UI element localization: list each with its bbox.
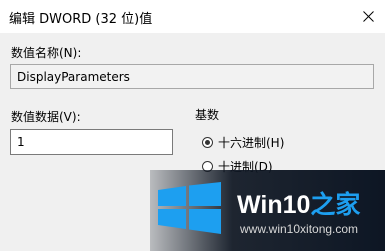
close-button[interactable] xyxy=(351,0,385,33)
value-name-field[interactable]: DisplayParameters xyxy=(10,64,374,89)
edit-dword-dialog: 编辑 DWORD (32 位)值 数值名称(N): DisplayParamet… xyxy=(0,0,385,251)
watermark-brand: Win10之家 xyxy=(237,185,360,221)
title-bar: 编辑 DWORD (32 位)值 xyxy=(0,0,385,33)
radio-checked-icon xyxy=(202,137,213,148)
radio-hexadecimal[interactable]: 十六进制(H) xyxy=(202,134,284,151)
watermark-brand-main: Win10 xyxy=(237,191,311,219)
value-name-label: 数值名称(N): xyxy=(11,46,82,60)
radio-hexadecimal-label: 十六进制(H) xyxy=(218,136,285,150)
value-data-label: 数值数据(V): xyxy=(11,110,81,124)
watermark-url: www.win10xitong.com xyxy=(240,222,359,236)
windows-logo-icon xyxy=(158,182,221,234)
window-title: 编辑 DWORD (32 位)值 xyxy=(9,12,153,27)
watermark-brand-accent: 之家 xyxy=(310,191,361,219)
base-label: 基数 xyxy=(195,108,220,122)
close-icon xyxy=(362,11,374,22)
value-data-input[interactable]: 1 xyxy=(10,129,173,155)
